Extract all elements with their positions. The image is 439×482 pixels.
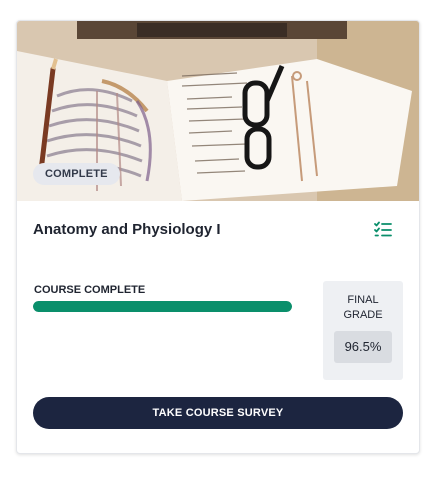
course-title: Anatomy and Physiology I xyxy=(33,221,221,238)
final-grade-value: 96.5% xyxy=(334,331,392,363)
progress-label: COURSE COMPLETE xyxy=(34,284,146,296)
final-grade-panel: FINAL GRADE 96.5% xyxy=(323,281,403,380)
progress-bar-fill xyxy=(33,301,292,312)
take-course-survey-button[interactable]: TAKE COURSE SURVEY xyxy=(33,397,403,429)
checklist-icon[interactable] xyxy=(374,221,392,237)
progress-bar xyxy=(33,301,292,312)
final-grade-label: FINAL GRADE xyxy=(343,294,383,321)
status-badge: COMPLETE xyxy=(33,163,120,185)
course-card: COMPLETE Anatomy and Physiology I COURSE… xyxy=(16,20,420,454)
course-image: COMPLETE xyxy=(17,21,419,201)
